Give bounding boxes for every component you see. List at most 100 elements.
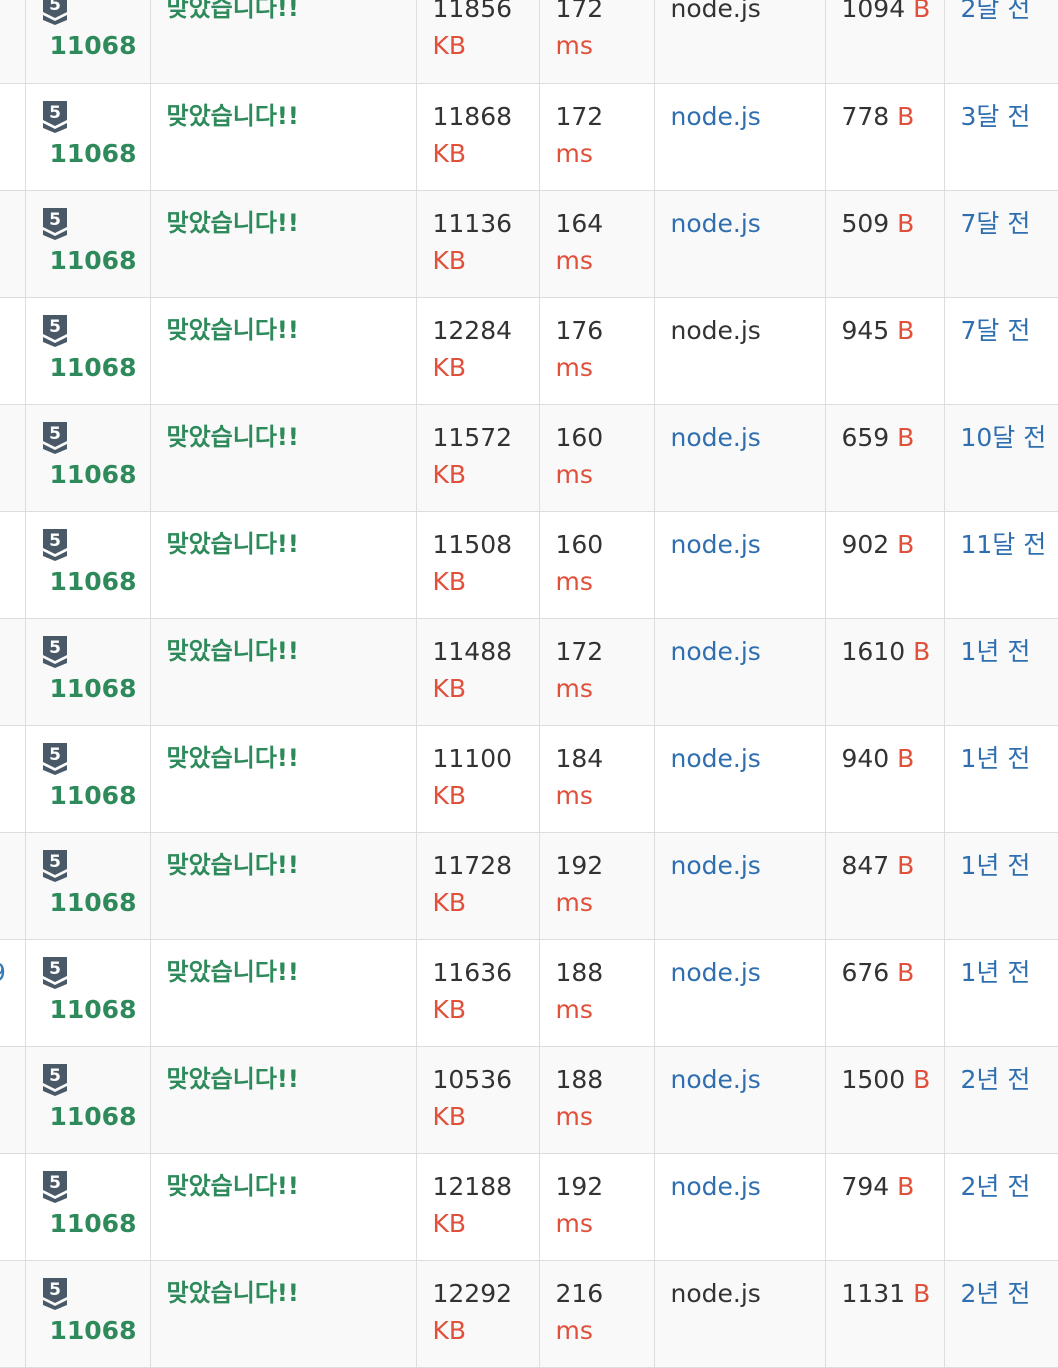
- submitted-time-link[interactable]: 2년 전: [961, 1279, 1031, 1308]
- submitted-time-cell: 1년 전: [943, 939, 1058, 1047]
- language-link[interactable]: node.js: [671, 1172, 761, 1201]
- submitted-time-link[interactable]: 2년 전: [961, 1172, 1031, 1201]
- submission-id-fragment[interactable]: [0, 1261, 25, 1275]
- code-length-unit: B: [897, 743, 915, 773]
- problem-link[interactable]: 11068: [50, 777, 150, 814]
- result-text: 맞았습니다!!: [166, 1064, 299, 1093]
- svg-text:5: 5: [49, 959, 61, 979]
- submission-id-fragment[interactable]: [0, 191, 25, 205]
- submission-id-fragment[interactable]: [0, 833, 25, 847]
- submitted-time-cell: 10달 전: [943, 404, 1058, 512]
- problem-cell: 5 11068: [24, 939, 150, 1047]
- code-length-cell: 778 B: [824, 83, 944, 191]
- memory-unit: KB: [432, 352, 467, 382]
- submission-id-fragment[interactable]: [0, 1154, 25, 1168]
- time-unit: ms: [555, 673, 593, 703]
- time-unit: ms: [555, 1208, 593, 1238]
- result-text: 맞았습니다!!: [166, 315, 299, 344]
- submission-id-fragment[interactable]: [0, 1047, 25, 1061]
- memory-value: 12292: [432, 1278, 513, 1308]
- submission-id-cell: [0, 832, 25, 940]
- language-link[interactable]: node.js: [671, 637, 761, 666]
- language-cell: node.js: [653, 939, 825, 1047]
- result-text: 맞았습니다!!: [166, 1278, 299, 1307]
- language-link[interactable]: node.js: [671, 1065, 761, 1094]
- problem-cell: 5 11068: [24, 1046, 150, 1154]
- submitted-time-cell: 2년 전: [943, 1046, 1058, 1154]
- language-link[interactable]: node.js: [671, 958, 761, 987]
- svg-text:5: 5: [49, 1066, 61, 1086]
- shield-tier-icon: 5: [42, 207, 68, 241]
- memory-unit: KB: [432, 673, 467, 703]
- language-link[interactable]: node.js: [671, 744, 761, 773]
- problem-link[interactable]: 11068: [50, 27, 150, 64]
- shield-tier-icon: 5: [42, 0, 68, 26]
- submission-id-fragment[interactable]: [0, 405, 25, 419]
- submission-id-cell: [0, 404, 25, 512]
- problem-cell: 5 11068: [24, 1153, 150, 1261]
- result-text: 맞았습니다!!: [166, 529, 299, 558]
- problem-cell: 5 11068: [24, 725, 150, 833]
- problem-link[interactable]: 11068: [50, 1312, 150, 1349]
- language-link[interactable]: node.js: [671, 209, 761, 238]
- memory-value: 10536: [432, 1064, 513, 1094]
- result-text: 맞았습니다!!: [166, 636, 299, 665]
- submitted-time-link[interactable]: 2달 전: [961, 0, 1031, 23]
- code-length-value: 940: [841, 743, 890, 773]
- language-link[interactable]: node.js: [671, 851, 761, 880]
- memory-value: 11728: [432, 850, 513, 880]
- submission-id-fragment[interactable]: [0, 512, 25, 526]
- memory-unit: KB: [432, 1208, 467, 1238]
- problem-link[interactable]: 11068: [50, 1205, 150, 1242]
- time-cell: 176 ms: [538, 297, 654, 405]
- language-link[interactable]: node.js: [671, 530, 761, 559]
- time-value: 160: [555, 422, 604, 452]
- submission-id-fragment[interactable]: [0, 726, 25, 740]
- time-unit: ms: [555, 780, 593, 810]
- submitted-time-link[interactable]: 1년 전: [961, 637, 1031, 666]
- submission-id-fragment[interactable]: [0, 298, 25, 312]
- language-link[interactable]: node.js: [671, 102, 761, 131]
- problem-link[interactable]: 11068: [50, 135, 150, 172]
- problem-link[interactable]: 11068: [50, 242, 150, 279]
- submission-id-fragment[interactable]: [0, 84, 25, 98]
- submitted-time-link[interactable]: 1년 전: [961, 851, 1031, 880]
- submitted-time-link[interactable]: 2년 전: [961, 1065, 1031, 1094]
- submitted-time-link[interactable]: 10달 전: [961, 423, 1047, 452]
- submission-id-fragment[interactable]: 9: [0, 940, 25, 991]
- submitted-time-link[interactable]: 7달 전: [961, 316, 1031, 345]
- table-row: 5 11068 맞았습니다!! 11100 KB 184 ms node.js: [0, 725, 1058, 833]
- submitted-time-link[interactable]: 7달 전: [961, 209, 1031, 238]
- table-row: 9 5 11068 맞았습니다!! 11636 KB: [0, 939, 1058, 1047]
- language-cell: node.js: [653, 190, 825, 298]
- submitted-time-link[interactable]: 1년 전: [961, 744, 1031, 773]
- language-link: node.js: [670, 315, 761, 345]
- table-row: 5 11068 맞았습니다!! 11572 KB 160 ms node.js: [0, 404, 1058, 512]
- submitted-time-link[interactable]: 11달 전: [961, 530, 1047, 559]
- problem-link[interactable]: 11068: [50, 456, 150, 493]
- submitted-time-cell: 7달 전: [943, 190, 1058, 298]
- submitted-time-link[interactable]: 1년 전: [961, 958, 1031, 987]
- code-length-unit: B: [897, 208, 915, 238]
- language-link[interactable]: node.js: [671, 423, 761, 452]
- memory-unit: KB: [432, 138, 467, 168]
- problem-link[interactable]: 11068: [50, 991, 150, 1028]
- submitted-time-link[interactable]: 3달 전: [961, 102, 1031, 131]
- problem-link[interactable]: 11068: [50, 563, 150, 600]
- result-cell: 맞았습니다!!: [149, 1046, 416, 1154]
- memory-value: 11868: [432, 101, 513, 131]
- time-unit: ms: [555, 1315, 593, 1345]
- result-cell: 맞았습니다!!: [149, 83, 416, 191]
- problem-cell: 5 11068: [24, 1260, 150, 1368]
- submission-id-fragment[interactable]: [0, 619, 25, 633]
- memory-cell: 11508 KB: [415, 511, 539, 619]
- memory-value: 11856: [432, 0, 513, 23]
- problem-link[interactable]: 11068: [50, 349, 150, 386]
- problem-link[interactable]: 11068: [50, 884, 150, 921]
- code-length-unit: B: [897, 957, 915, 987]
- shield-tier-icon: 5: [42, 1170, 68, 1204]
- svg-text:5: 5: [49, 210, 61, 230]
- problem-link[interactable]: 11068: [50, 1098, 150, 1135]
- language-cell: node.js: [653, 1260, 825, 1368]
- problem-link[interactable]: 11068: [50, 670, 150, 707]
